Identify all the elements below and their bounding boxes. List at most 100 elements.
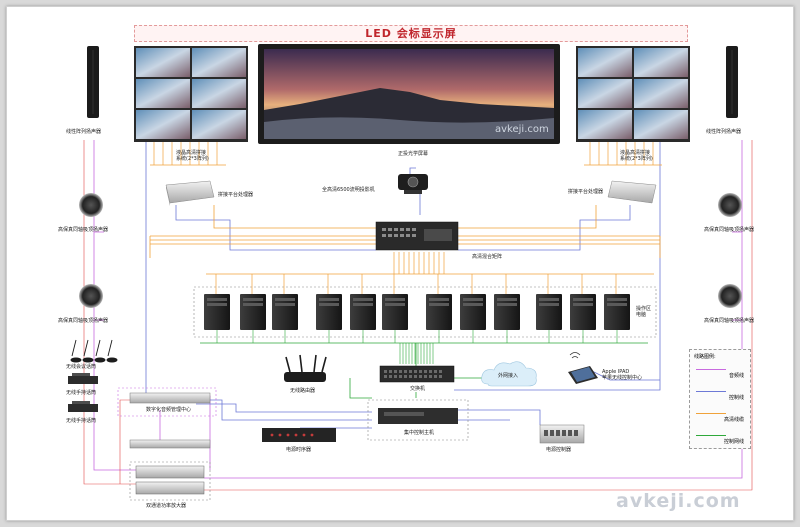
wifi-router — [284, 354, 327, 382]
pc-drive-bay — [385, 298, 405, 301]
label-switch: 交换机 — [410, 386, 426, 392]
left-wall-tile — [192, 48, 246, 77]
label-matrix: 高清混合矩阵 — [472, 254, 503, 260]
diagram-graphics — [68, 44, 753, 501]
power-sequencer — [262, 428, 336, 442]
legend-label-control: 控制线 — [728, 395, 744, 401]
aux-rack-unit — [129, 439, 211, 449]
pc-drive-bay — [353, 298, 373, 301]
power-amplifier-1 — [135, 465, 205, 479]
splice-processor-left — [165, 180, 215, 206]
watermark: avkeji.com — [616, 490, 741, 512]
legend-line-video — [696, 413, 726, 414]
pc-drive-bay — [319, 303, 339, 306]
ceiling-speaker-right-1 — [718, 193, 742, 217]
label-ceiling-left-1: 高保真同轴吸顶扬声器 — [58, 227, 109, 233]
pc-drive-bay — [429, 303, 449, 306]
left-wall-tile — [136, 79, 190, 108]
ceiling-speaker-left-1 — [79, 193, 103, 217]
right-wall-tile — [578, 79, 632, 108]
pc-drive-bay — [275, 298, 295, 301]
network-ticks — [216, 330, 618, 364]
legend-label-network: 控制网线 — [723, 439, 744, 445]
label-audio-center: 数字化音频管理中心 — [146, 407, 192, 413]
label-ceiling-right-1: 高保真同轴吸顶扬声器 — [704, 227, 755, 233]
label-splice-processor-left: 拼接平台处理器 — [218, 192, 254, 198]
pc-drive-bay — [207, 303, 227, 306]
wireless-handheld-mic-2 — [68, 401, 98, 412]
power-amplifier-2 — [135, 481, 205, 495]
label-power-sequencer: 电源时序器 — [286, 447, 312, 453]
pc-drive-bay — [353, 303, 373, 306]
pc-drive-bay — [463, 298, 483, 301]
banner-title: LED 会标显示屏 — [365, 27, 457, 40]
digital-audio-center — [129, 392, 211, 404]
left-wall-tile — [192, 79, 246, 108]
pc-drive-bay — [463, 303, 483, 306]
network-switch — [379, 365, 455, 383]
left-wall-tile — [192, 110, 246, 139]
screen-watermark: avkeji.com — [495, 124, 549, 135]
pc-drive-bay — [319, 298, 339, 301]
pc-drive-bay — [207, 298, 227, 301]
label-ipad: Apple IPAD 苹果无线控制中心 — [602, 369, 643, 381]
right-wall-tile — [578, 110, 632, 139]
label-handheld-mic-2: 无线手持话筒 — [66, 418, 97, 424]
legend-line-control — [696, 391, 726, 392]
pc-drive-bay — [539, 303, 559, 306]
label-handheld-mic-1: 无线手持话筒 — [66, 390, 97, 396]
line-array-speaker-right — [726, 46, 738, 118]
legend-title: 线路图例: — [694, 354, 716, 360]
system-diagram: LED 会标显示屏 avkeji.com avkeji.com 线性阵列扬声器 … — [0, 0, 800, 527]
ceiling-speaker-right-2 — [718, 284, 742, 308]
pc-drive-bay — [573, 298, 593, 301]
pc-drive-bay — [243, 298, 263, 301]
splice-wall-left — [134, 46, 248, 142]
label-ceiling-left-2: 高保真同轴吸顶扬声器 — [58, 318, 109, 324]
projector — [398, 174, 428, 194]
label-ceiling-right-2: 高保真同轴吸顶扬声器 — [704, 318, 755, 324]
splice-wall-right — [576, 46, 690, 142]
label-splice-wall-right: 液晶高清拼接 系统(2*3阵列) — [620, 150, 653, 162]
right-wall-tile — [634, 48, 688, 77]
label-projector: 全高清6500流明投影机 — [322, 187, 375, 193]
legend-line-network — [696, 435, 726, 436]
label-power-controller: 电源控制器 — [546, 447, 572, 453]
label-conference-mic: 无线会议话筒 — [66, 364, 97, 370]
pc-drive-bay — [429, 298, 449, 301]
line-array-speaker-left — [87, 46, 99, 118]
right-wall-tile — [634, 110, 688, 139]
legend-label-video: 高清线缆 — [723, 417, 744, 423]
right-wall-tile — [578, 48, 632, 77]
led-banner: LED 会标显示屏 — [134, 25, 688, 42]
pc-drive-bay — [385, 303, 405, 306]
label-splice-processor-right: 拼接平台处理器 — [568, 189, 604, 195]
pc-drive-bay — [539, 298, 559, 301]
left-wall-tile — [136, 110, 190, 139]
pc-drive-bay — [275, 303, 295, 306]
label-central-control: 集中控制主机 — [404, 430, 435, 436]
splice-processor-right — [607, 180, 657, 204]
label-line-array-right: 线性阵列扬声器 — [706, 129, 742, 135]
label-projection-screen: 正投光学屏幕 — [398, 151, 429, 157]
matrix-output-arrows — [393, 252, 445, 274]
workstation-pcs — [204, 274, 630, 330]
ipad-icon — [568, 352, 598, 384]
wireless-handheld-mic-1 — [68, 373, 98, 384]
label-splice-wall-left: 液晶高清拼接 系统(2*3阵列) — [176, 150, 209, 162]
legend-line-audio — [696, 369, 726, 370]
pc-drive-bay — [607, 303, 627, 306]
central-control-host — [378, 408, 458, 424]
label-workstation: 操作区 电脑 — [636, 306, 652, 318]
left-wall-tile — [136, 48, 190, 77]
hd-matrix — [375, 221, 459, 251]
label-wifi-router: 无线路由器 — [290, 388, 316, 394]
label-line-array-left: 线性阵列扬声器 — [66, 129, 102, 135]
pc-drive-bay — [573, 303, 593, 306]
label-amplifier: 双通道功率放大器 — [146, 503, 187, 509]
power-controller — [539, 424, 585, 444]
legend-label-audio: 音频线 — [728, 373, 744, 379]
pc-drive-bay — [243, 303, 263, 306]
ceiling-speaker-left-2 — [79, 284, 103, 308]
pc-drive-bay — [607, 298, 627, 301]
